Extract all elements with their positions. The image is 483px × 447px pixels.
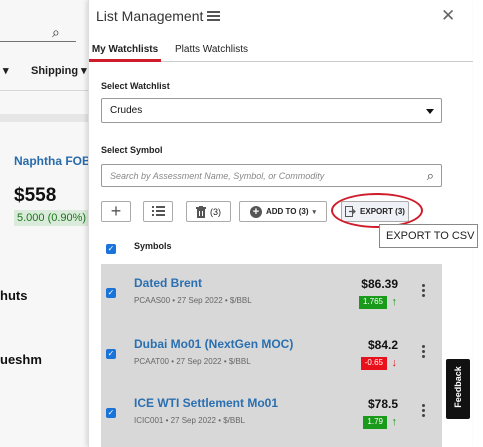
symbol-name[interactable]: Dated Brent (134, 276, 202, 290)
symbol-price: $86.39 (361, 277, 398, 291)
check-icon: ✓ (106, 244, 116, 254)
add-symbol-button[interactable]: + (101, 201, 131, 222)
search-icon[interactable]: ⌕ (427, 168, 434, 184)
chevron-down-icon: ▾ (312, 208, 317, 216)
background-page: ⌕ ▾ Shipping ▾ Naphtha FOB I $558 5.000 … (0, 0, 97, 447)
watchlist-tabs: My Watchlists Platts Watchlists (89, 38, 473, 62)
feedback-label: Feedback (453, 366, 463, 408)
row-checkbox[interactable]: ✓ (106, 408, 116, 418)
close-icon[interactable]: ✕ (441, 6, 455, 26)
background-overlay (0, 0, 90, 447)
tab-platts-watchlists[interactable]: Platts Watchlists (175, 44, 248, 55)
arrow-up-icon: ↑ (391, 416, 398, 428)
delete-count: (3) (210, 206, 221, 217)
change-badge: 1.79 (363, 416, 387, 429)
more-options-icon[interactable] (420, 404, 426, 419)
chevron-down-icon (426, 109, 434, 114)
symbols-list: ✓ Dated Brent PCAAS00 • 27 Sep 2022 • $/… (101, 264, 442, 447)
change-badge: -0.65 (360, 357, 387, 370)
export-tooltip: EXPORT TO CSV (379, 224, 478, 248)
symbol-meta: ICIC001 • 27 Sep 2022 • $/BBL (134, 416, 246, 425)
watchlist-select[interactable]: Crudes (101, 98, 442, 123)
list-item[interactable]: ✓ Dubai Mo01 (NextGen MOC) PCAAT00 • 27 … (101, 325, 442, 384)
symbol-price: $78.5 (367, 397, 398, 411)
delete-button[interactable]: (3) (186, 201, 231, 222)
arrow-down-icon: ↓ (391, 357, 398, 369)
search-placeholder: Search by Assessment Name, Symbol, or Co… (110, 171, 325, 181)
more-options-icon[interactable] (420, 284, 426, 299)
plus-icon: + (110, 201, 122, 221)
list-view-button[interactable] (143, 201, 173, 222)
add-to-label: ADD TO (3) (265, 207, 309, 216)
add-to-button[interactable]: + ADD TO (3) ▾ (239, 201, 327, 222)
row-checkbox[interactable]: ✓ (106, 288, 116, 298)
watchlist-select-value: Crudes (110, 105, 143, 116)
symbol-meta: PCAAT00 • 27 Sep 2022 • $/BBL (134, 357, 251, 366)
select-watchlist-label: Select Watchlist (101, 81, 170, 91)
select-symbol-label: Select Symbol (101, 145, 163, 155)
symbol-price: $84.2 (367, 338, 398, 352)
symbol-name[interactable]: Dubai Mo01 (NextGen MOC) (134, 337, 293, 351)
panel-title-text: List Management (96, 8, 204, 24)
panel-title: List Management (96, 8, 221, 24)
symbol-search-input[interactable]: Search by Assessment Name, Symbol, or Co… (101, 164, 442, 187)
highlight-annotation (331, 193, 423, 228)
more-options-icon[interactable] (420, 345, 426, 360)
list-item[interactable]: ✓ Dated Brent PCAAS00 • 27 Sep 2022 • $/… (101, 264, 442, 323)
symbol-name[interactable]: ICE WTI Settlement Mo01 (134, 396, 278, 410)
list-icon (151, 206, 165, 216)
row-checkbox[interactable]: ✓ (106, 349, 116, 359)
change-badge: 1.765 (358, 296, 387, 309)
tab-my-watchlists[interactable]: My Watchlists (89, 38, 161, 62)
list-management-panel: List Management ✕ My Watchlists Platts W… (88, 0, 478, 447)
select-all-checkbox[interactable]: ✓ (106, 244, 116, 254)
app-root: ⌕ ▾ Shipping ▾ Naphtha FOB I $558 5.000 … (0, 0, 483, 447)
list-item[interactable]: ✓ ICE WTI Settlement Mo01 ICIC001 • 27 S… (101, 384, 442, 443)
list-icon (207, 10, 221, 22)
symbols-header: Symbols (134, 241, 172, 251)
feedback-button[interactable]: Feedback (446, 359, 470, 419)
symbol-meta: PCAAS00 • 27 Sep 2022 • $/BBL (134, 296, 252, 305)
add-circle-icon: + (249, 205, 262, 218)
arrow-up-icon: ↑ (391, 296, 398, 308)
trash-icon (196, 205, 206, 218)
